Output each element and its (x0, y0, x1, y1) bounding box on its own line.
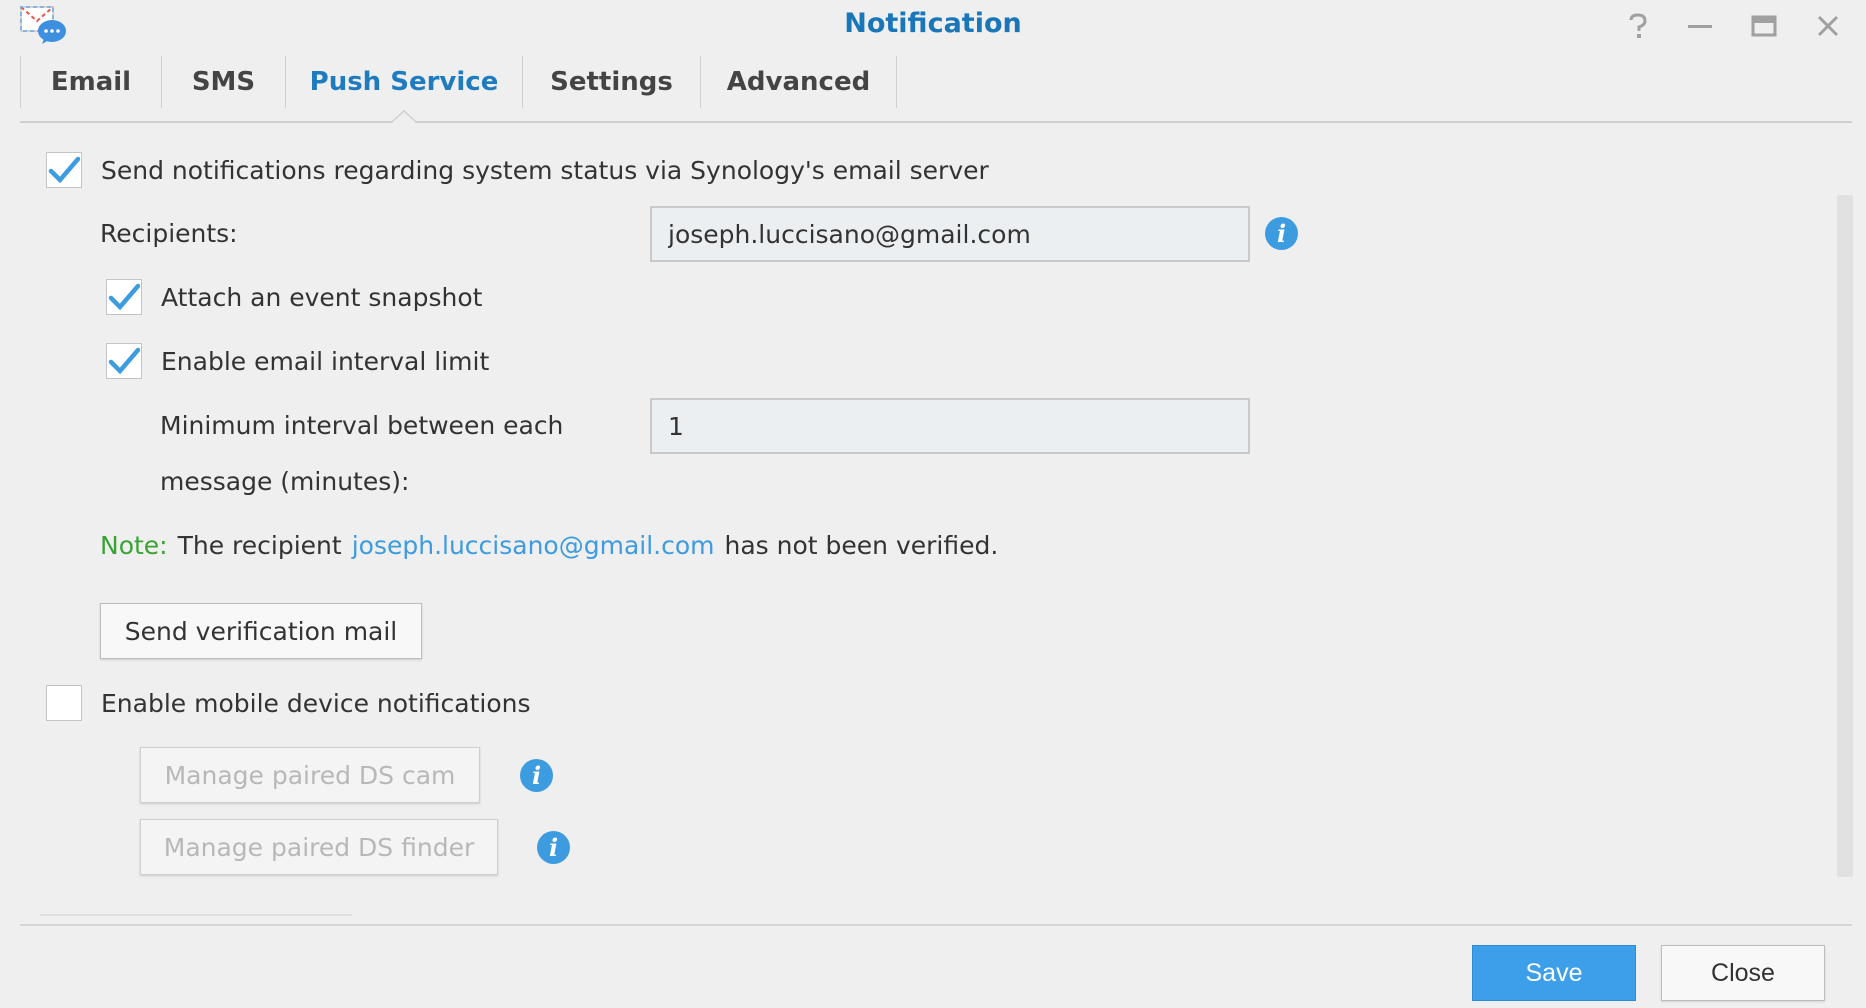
manage-ds-finder-button[interactable]: Manage paired DS finder (140, 819, 498, 875)
interval-limit-checkbox[interactable] (106, 343, 142, 379)
window-title: Notification (844, 8, 1022, 39)
tab-divider (20, 121, 1852, 123)
tab-settings-label: Settings (550, 67, 673, 97)
ds-cam-info-icon[interactable]: i (520, 759, 553, 792)
interval-label-line2: message (minutes): (160, 467, 410, 496)
maximize-icon[interactable] (1746, 8, 1782, 44)
ds-finder-info-icon[interactable]: i (537, 831, 570, 864)
note-email-link[interactable]: joseph.luccisano@gmail.com (352, 531, 715, 560)
close-window-icon[interactable] (1810, 8, 1846, 44)
mobile-notifications-option: Enable mobile device notifications (46, 685, 531, 721)
recipients-field[interactable] (650, 206, 1250, 262)
note-suffix: has not been verified. (724, 531, 999, 560)
footer-divider (20, 924, 1852, 926)
attach-snapshot-label: Attach an event snapshot (161, 282, 483, 312)
content-scrollbar[interactable] (1837, 195, 1853, 877)
mobile-notifications-checkbox[interactable] (46, 685, 82, 721)
interval-limit-option: Enable email interval limit (106, 343, 489, 379)
email-server-option: Send notifications regarding system stat… (46, 152, 989, 188)
help-icon[interactable] (1620, 8, 1656, 44)
save-button[interactable]: Save (1472, 945, 1636, 1001)
tab-push-service[interactable]: Push Service (286, 56, 523, 108)
email-server-label: Send notifications regarding system stat… (101, 155, 989, 185)
footer-stub-divider (40, 914, 352, 916)
recipients-label: Recipients: (100, 219, 238, 248)
close-button[interactable]: Close (1661, 945, 1825, 1001)
note-prefix: The recipient (177, 531, 342, 560)
note-label: Note: (100, 531, 168, 560)
tab-settings[interactable]: Settings (523, 56, 701, 108)
title-bar: Notification (0, 0, 1866, 52)
tab-push-service-label: Push Service (309, 67, 499, 97)
email-server-checkbox[interactable] (46, 152, 82, 188)
attach-snapshot-option: Attach an event snapshot (106, 279, 482, 315)
tab-advanced-label: Advanced (726, 67, 871, 97)
push-service-panel: Send notifications regarding system stat… (0, 125, 1866, 925)
active-tab-pointer-icon (392, 110, 416, 123)
send-verification-button[interactable]: Send verification mail (100, 603, 422, 659)
verification-note: Note: The recipient joseph.luccisano@gma… (100, 531, 998, 560)
interval-limit-label: Enable email interval limit (161, 346, 490, 376)
tab-bar: Email SMS Push Service Settings Advanced (20, 56, 897, 108)
interval-field[interactable] (650, 398, 1250, 454)
tab-email-label: Email (50, 67, 132, 97)
tab-email[interactable]: Email (20, 56, 162, 108)
minimize-icon[interactable] (1682, 8, 1718, 44)
interval-label-line1: Minimum interval between each (160, 411, 564, 440)
tab-sms[interactable]: SMS (162, 56, 286, 108)
manage-ds-cam-button[interactable]: Manage paired DS cam (140, 747, 480, 803)
tab-advanced[interactable]: Advanced (701, 56, 897, 108)
attach-snapshot-checkbox[interactable] (106, 279, 142, 315)
recipients-info-icon[interactable]: i (1265, 217, 1298, 250)
tab-sms-label: SMS (191, 67, 256, 97)
mobile-notifications-label: Enable mobile device notifications (101, 688, 531, 718)
